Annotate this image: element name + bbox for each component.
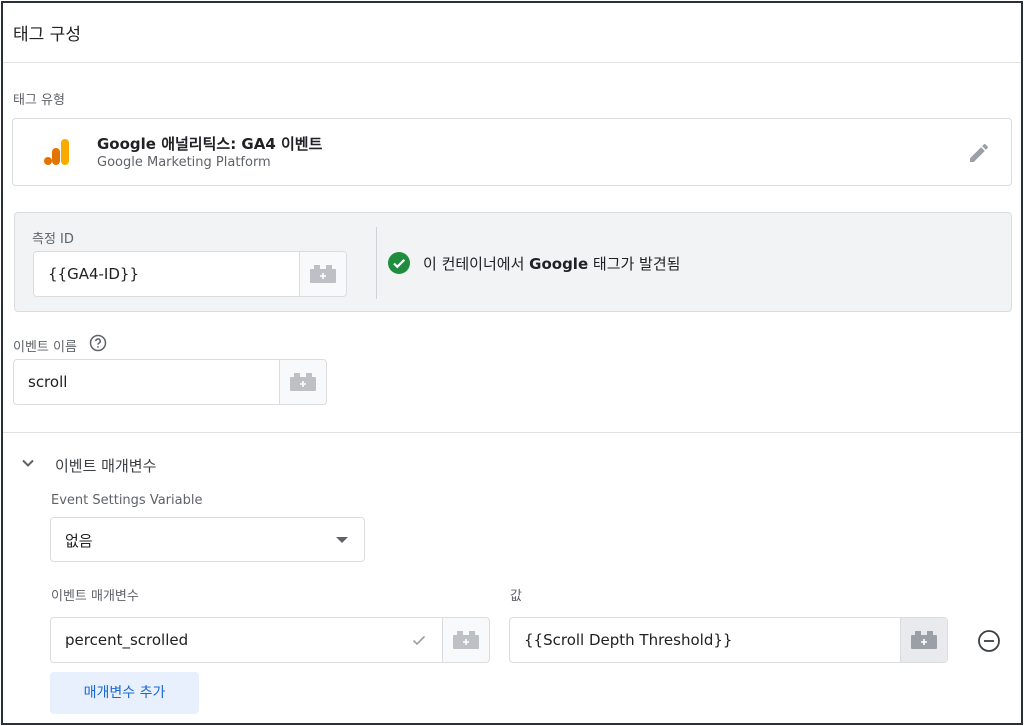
variable-brick-icon: [310, 265, 336, 283]
variable-picker-button[interactable]: [442, 618, 489, 662]
event-name-input[interactable]: scroll: [13, 359, 327, 405]
measurement-id-value: {{GA4-ID}}: [48, 265, 139, 283]
measurement-id-label: 측정 ID: [32, 232, 74, 247]
variable-picker-button[interactable]: [299, 252, 346, 296]
help-icon[interactable]: [89, 334, 107, 352]
parameter-value-label: 값: [510, 589, 522, 604]
chevron-down-icon[interactable]: [19, 454, 37, 472]
tag-type-name: Google 애널리틱스: GA4 이벤트: [97, 135, 323, 153]
variable-brick-icon: [453, 631, 479, 649]
google-analytics-icon: [44, 139, 69, 165]
add-parameter-button[interactable]: 매개변수 추가: [50, 672, 199, 714]
google-tag-found-status: 이 컨테이너에서 Google 태그가 발견됨: [423, 255, 681, 273]
event-settings-variable-select[interactable]: 없음: [50, 517, 365, 562]
event-settings-variable-value: 없음: [65, 532, 93, 550]
tag-type-label: 태그 유형: [13, 93, 65, 108]
section-divider: [376, 227, 377, 299]
measurement-id-section: 측정 ID {{GA4-ID}} 이 컨테이너에서 Google 태그가 발견됨: [14, 212, 1012, 312]
section-separator: [3, 432, 1021, 433]
variable-picker-button[interactable]: [279, 360, 326, 404]
event-name-label: 이벤트 이름: [13, 340, 77, 355]
parameter-name-input[interactable]: percent_scrolled: [50, 617, 490, 663]
parameter-name-value: percent_scrolled: [65, 631, 189, 649]
dropdown-caret-icon: [336, 537, 348, 543]
event-settings-variable-label: Event Settings Variable: [51, 493, 203, 508]
panel-title: 태그 구성: [13, 25, 81, 45]
remove-circle-icon[interactable]: [977, 629, 1001, 653]
variable-brick-icon: [290, 373, 316, 391]
event-parameters-section-title[interactable]: 이벤트 매개변수: [55, 455, 156, 476]
parameter-value-input[interactable]: {{Scroll Depth Threshold}}: [509, 617, 948, 663]
measurement-id-input[interactable]: {{GA4-ID}}: [33, 251, 347, 297]
variable-picker-button[interactable]: [900, 618, 947, 662]
check-circle-icon: [388, 252, 410, 274]
event-name-value: scroll: [28, 373, 68, 391]
parameter-value-value: {{Scroll Depth Threshold}}: [524, 631, 733, 649]
tag-type-platform: Google Marketing Platform: [97, 155, 271, 170]
variable-brick-icon: [911, 631, 937, 649]
tag-configuration-panel: 태그 구성 태그 유형 Google 애널리틱스: GA4 이벤트 Google…: [1, 1, 1023, 725]
panel-header: 태그 구성: [3, 3, 1021, 63]
parameter-name-label: 이벤트 매개변수: [51, 589, 139, 604]
edit-pencil-icon[interactable]: [967, 141, 991, 165]
tag-type-card[interactable]: Google 애널리틱스: GA4 이벤트 Google Marketing P…: [12, 118, 1012, 186]
checkmark-icon: [412, 635, 426, 646]
